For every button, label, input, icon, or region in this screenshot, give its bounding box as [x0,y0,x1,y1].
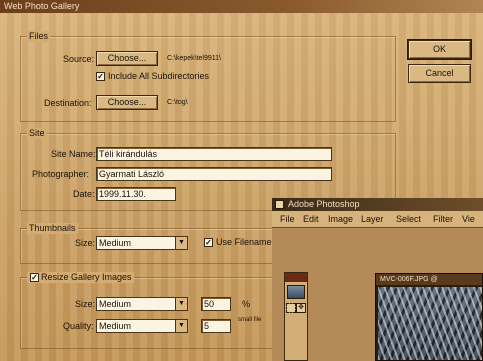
toolbox-header[interactable] [285,273,307,282]
marquee-tool-icon[interactable] [286,303,296,313]
quality-value: Medium [99,321,132,331]
quality-label: Quality: [63,321,94,331]
quality-number-input[interactable]: 5 [201,319,231,333]
quality-select[interactable]: Medium ▼ [96,319,188,333]
cancel-button[interactable]: Cancel [408,64,471,83]
chevron-down-icon: ▼ [175,237,187,249]
document-title: MVC-006F.JPG @ [376,274,482,285]
thumbnail-size-label: Size: [75,238,96,248]
photoshop-title: Adobe Photoshop [272,198,483,211]
move-tool-icon[interactable]: ✥ [296,303,306,313]
use-filename-label: Use Filename a [216,237,280,247]
photographer-label: Photographer: [32,169,90,179]
files-legend: Files [27,31,51,42]
include-subdirectories-checkbox[interactable]: ✓ [96,72,105,81]
document-window[interactable]: MVC-006F.JPG @ [375,273,483,361]
resize-gallery-checkbox[interactable]: ✓ [30,273,39,282]
destination-path: C:\tog\ [167,99,188,106]
toolbox-logo [287,285,305,299]
menu-layer[interactable]: Layer [361,213,384,225]
photoshop-app-icon [275,200,284,209]
source-label: Source: [63,54,95,64]
photoshop-workspace: ✥ MVC-006F.JPG @ [272,228,483,361]
thumbnails-legend: Thumbnails [27,223,78,234]
destination-choose-button[interactable]: Choose... [96,95,158,110]
use-filename-checkbox[interactable]: ✓ [204,238,213,247]
site-legend: Site [27,128,47,139]
resize-size-number-input[interactable]: 50 [201,297,231,311]
menu-select[interactable]: Select [396,213,421,225]
resize-legend: Resize Gallery Images [27,272,134,283]
menu-file[interactable]: File [280,213,295,225]
document-photo [378,287,482,360]
source-path: C:\kepek\tel9911\ [167,55,221,62]
menu-view[interactable]: Vie [462,213,475,225]
toolbox-panel: ✥ [284,272,308,361]
resize-size-label: Size: [75,299,96,309]
site-name-label: Site Name: [51,149,96,159]
destination-label: Destination: [44,98,92,108]
include-subdirectories-label: Include All Subdirectories [108,71,210,81]
chevron-down-icon: ▼ [175,298,187,310]
resize-size-value: Medium [99,299,132,309]
menu-filter[interactable]: Filter [433,213,453,225]
ok-button[interactable]: OK [407,39,472,60]
resize-size-select[interactable]: Medium ▼ [96,297,188,311]
menu-image[interactable]: Image [328,213,353,225]
source-choose-button[interactable]: Choose... [96,51,158,66]
thumbnail-size-select[interactable]: Medium ▼ [96,236,188,250]
percent-unit: % [242,299,251,309]
photoshop-menubar: File Edit Image Layer Select Filter Vie [272,211,483,228]
menu-edit[interactable]: Edit [303,213,319,225]
date-label: Date: [73,189,95,199]
photoshop-window: Adobe Photoshop File Edit Image Layer Se… [272,198,483,361]
dialog-title: Web Photo Gallery [0,0,483,13]
chevron-down-icon: ▼ [175,320,187,332]
date-input[interactable]: 1999.11.30. [96,187,176,201]
quality-note: small file [238,317,262,323]
photographer-input[interactable]: Gyarmati László [96,167,332,181]
thumbnail-size-value: Medium [99,238,132,248]
site-name-input[interactable]: Téli kirándulás [96,147,332,161]
